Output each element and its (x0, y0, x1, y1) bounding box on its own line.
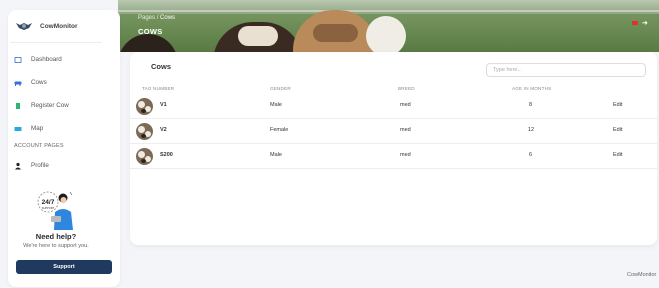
column-header-age: AGE IN MONTHS (512, 86, 552, 91)
tag-cell: V2 (160, 127, 167, 133)
search-input[interactable] (486, 63, 646, 77)
user-icon (14, 162, 22, 170)
cow-avatar (136, 148, 153, 165)
cow-icon (14, 79, 22, 87)
sidebar-item-label: Dashboard (31, 56, 62, 63)
breadcrumb-root[interactable]: Pages (138, 15, 155, 21)
sidebar-item-label: Profile (31, 162, 49, 169)
sidebar-item-cows[interactable]: Cows (14, 71, 106, 94)
breed-cell: med (400, 102, 411, 108)
cow-logo-icon (16, 23, 32, 30)
sidebar-divider (10, 42, 102, 43)
breadcrumb-separator: / (156, 15, 159, 21)
edit-link[interactable]: Edit (613, 102, 622, 108)
flag-icon[interactable] (632, 21, 638, 25)
hero-banner (118, 0, 659, 52)
sidebar-item-label: Register Cow (31, 102, 69, 109)
gender-cell: Male (270, 102, 282, 108)
tag-cell: S200 (160, 152, 173, 158)
dashboard-icon (14, 56, 22, 64)
breadcrumb: Pages / Cows (138, 15, 175, 21)
sidebar-item-profile[interactable]: Profile (14, 154, 106, 177)
footer-brand: CowMonitor (627, 272, 657, 278)
sign-out-icon[interactable]: ➜ (642, 19, 648, 27)
column-header-breed: BREED (398, 86, 415, 91)
age-cell: 8 (529, 102, 533, 108)
sidebar-item-dashboard[interactable]: Dashboard (14, 48, 106, 71)
map-icon (14, 125, 22, 133)
brand-name: CowMonitor (40, 22, 78, 30)
brand[interactable]: CowMonitor (14, 20, 78, 32)
page-title: COWS (138, 27, 163, 36)
support-badge-sub: SUPPORT (41, 206, 54, 210)
support-title: Need help? (35, 232, 77, 241)
cow-avatar (136, 98, 153, 115)
support-button[interactable]: Support (16, 260, 112, 274)
tag-cell: V1 (160, 102, 167, 108)
sidebar-item-register-cow[interactable]: Register Cow (14, 94, 106, 117)
age-cell: 12 (528, 127, 535, 133)
section-heading: ACCOUNT PAGES (14, 143, 64, 149)
breadcrumb-current: Cows (160, 15, 176, 21)
edit-link[interactable]: Edit (613, 127, 622, 133)
table-row[interactable]: V2 Female med 12 Edit (130, 119, 657, 144)
card-title: Cows (151, 62, 172, 71)
support-subtitle: We're here to support you. (23, 243, 89, 249)
column-header-tag: TAG NUMBER (142, 86, 175, 91)
cow-avatar (136, 123, 153, 140)
breed-cell: med (400, 127, 411, 133)
table-row[interactable]: S200 Male med 6 Edit (130, 144, 657, 169)
sidebar-nav: Dashboard Cows Register Cow Map (14, 48, 106, 140)
support-illustration: 24/7 SUPPORT (34, 186, 79, 231)
support-card: 24/7 SUPPORT Need help? We're here to su… (10, 186, 102, 249)
header-actions: ➜ (632, 19, 648, 27)
column-header-gender: GENDER (270, 86, 291, 91)
sidebar-item-label: Cows (31, 79, 47, 86)
breed-cell: med (400, 152, 411, 158)
table-header: TAG NUMBER GENDER BREED AGE IN MONTHS (130, 84, 657, 94)
table-row[interactable]: V1 Male med 8 Edit (130, 94, 657, 119)
support-badge: 24/7 (41, 199, 54, 206)
gender-cell: Female (270, 127, 289, 133)
register-icon (14, 102, 22, 110)
sidebar-item-label: Map (31, 125, 44, 132)
cows-table-card: Cows TAG NUMBER GENDER BREED AGE IN MONT… (130, 52, 657, 245)
edit-link[interactable]: Edit (613, 152, 622, 158)
sidebar-item-map[interactable]: Map (14, 117, 106, 140)
age-cell: 6 (529, 152, 533, 158)
gender-cell: Male (270, 152, 282, 158)
